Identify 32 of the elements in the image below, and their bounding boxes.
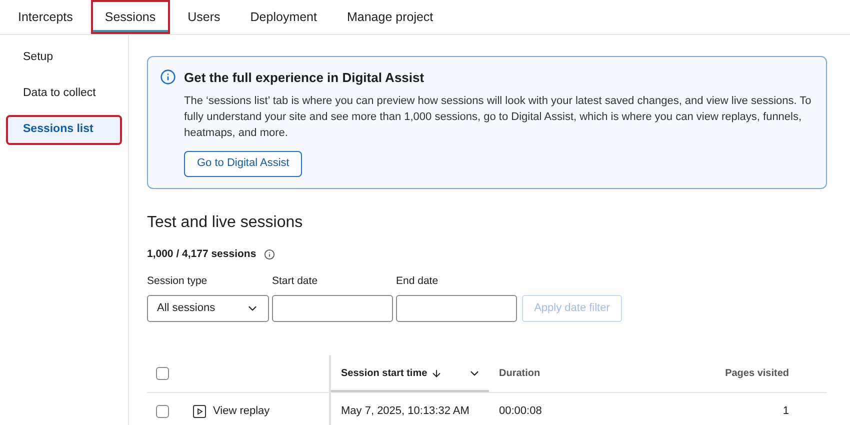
field-label: Start date xyxy=(272,274,319,290)
go-to-digital-assist-button[interactable]: Go to Digital Assist xyxy=(184,150,302,176)
banner-text: The ‘sessions list’ tab is where you can preview how sessions will look with your latest saved changes, and view live sessions. To fully understand your site and see more than 1,000 sessions, go to Digital Assist, which is where you can view replays, funnels, heatmaps, and more. xyxy=(184,94,812,140)
tab[interactable]: Users xyxy=(176,0,232,34)
info-icon xyxy=(160,69,176,85)
column-header[interactable]: Session start time xyxy=(329,355,489,392)
checkbox[interactable] xyxy=(156,367,169,380)
field-label: End date xyxy=(396,274,440,290)
tab[interactable]: Deployment xyxy=(238,0,329,34)
checkbox[interactable] xyxy=(156,405,169,418)
tab[interactable]: Manage project xyxy=(334,0,446,34)
field-label: Session type xyxy=(147,274,208,290)
table-cell-text: 00:00:08 xyxy=(498,404,543,420)
view-replay-link[interactable]: View replay xyxy=(193,403,270,420)
sort-arrow-icon xyxy=(431,368,442,379)
sidebar-item[interactable]: Sessions list xyxy=(6,115,122,145)
session-type-dropdown[interactable]: All sessions xyxy=(147,295,269,322)
info-icon xyxy=(264,248,276,260)
table-cell-text: 1 xyxy=(782,404,789,420)
end-date-field[interactable] xyxy=(396,295,517,322)
column-header[interactable]: Pages visited xyxy=(689,355,789,392)
start-date-field[interactable] xyxy=(272,295,393,322)
banner-title: Get the full experience in Digital Assist xyxy=(184,69,426,87)
tab[interactable]: Intercepts xyxy=(6,0,85,34)
column-header[interactable]: Duration xyxy=(489,355,689,392)
tab[interactable]: Sessions xyxy=(90,0,170,34)
session-count: 1,000 / 4,177 sessions xyxy=(147,246,256,262)
sidebar-item[interactable]: Data to collect xyxy=(6,79,122,109)
section-title: Test and live sessions xyxy=(147,212,304,232)
sidebar-item[interactable]: Setup xyxy=(6,43,122,73)
play-icon xyxy=(193,405,206,418)
table-cell: May 7, 2025, 10:13:32 AM xyxy=(329,393,489,425)
